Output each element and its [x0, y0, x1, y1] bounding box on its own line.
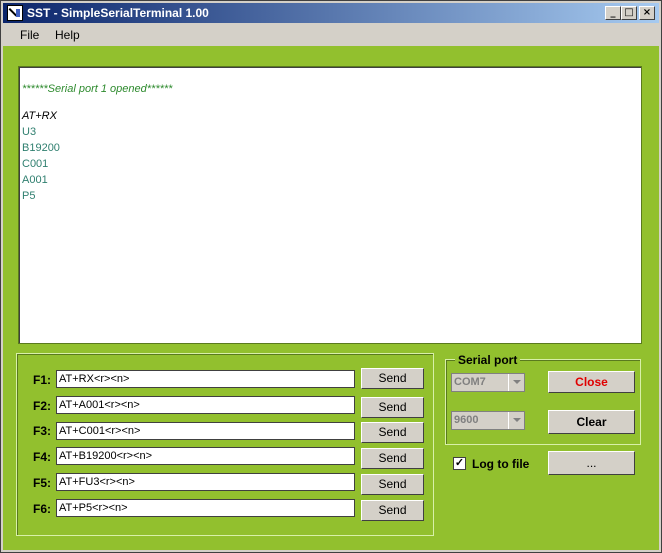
minimize-button[interactable]: _ — [605, 6, 621, 20]
app-icon[interactable] — [7, 5, 23, 21]
terminal-line: B19200 — [22, 142, 60, 154]
f1-label: F1: — [33, 373, 51, 387]
f6-input[interactable]: AT+P5<r><n> — [56, 499, 355, 517]
maximize-button[interactable]: □ — [621, 6, 637, 20]
f4-send-button[interactable]: Send — [361, 448, 424, 469]
log-to-file-checkbox[interactable]: ✓ — [453, 457, 466, 470]
f1-send-button[interactable]: Send — [361, 368, 424, 389]
baud-select[interactable]: 9600 — [451, 411, 525, 430]
terminal-line: C001 — [22, 158, 49, 170]
f5-send-button[interactable]: Send — [361, 474, 424, 495]
close-port-button[interactable]: Close — [548, 371, 635, 393]
main-window: SST - SimpleSerialTerminal 1.00 _ □ × Fi… — [0, 0, 662, 553]
terminal-line: AT+RX — [22, 110, 57, 122]
terminal-line: U3 — [22, 126, 37, 138]
f2-label: F2: — [33, 399, 51, 413]
port-select-value: COM7 — [454, 376, 486, 388]
f3-label: F3: — [33, 424, 51, 438]
menu-file[interactable]: File — [20, 28, 39, 42]
f1-input[interactable]: AT+RX<r><n> — [56, 370, 355, 388]
browse-log-button[interactable]: ... — [548, 451, 635, 475]
title-bar[interactable]: SST - SimpleSerialTerminal 1.00 _ □ × — [3, 3, 659, 23]
clear-button[interactable]: Clear — [548, 410, 635, 434]
client-area: ******Serial port 1 opened****** AT+RX U… — [3, 46, 659, 550]
close-window-button[interactable]: × — [639, 6, 655, 20]
window-title: SST - SimpleSerialTerminal 1.00 — [27, 6, 209, 20]
f4-input[interactable]: AT+B19200<r><n> — [56, 447, 355, 465]
f3-input[interactable]: AT+C001<r><n> — [56, 422, 355, 440]
f3-send-button[interactable]: Send — [361, 422, 424, 443]
log-to-file-label: Log to file — [472, 457, 530, 471]
menu-help[interactable]: Help — [55, 28, 80, 42]
chevron-down-icon[interactable] — [508, 412, 524, 429]
f2-input[interactable]: AT+A001<r><n> — [56, 396, 355, 414]
chevron-down-icon[interactable] — [508, 374, 524, 391]
f6-send-button[interactable]: Send — [361, 500, 424, 521]
terminal-line: P5 — [22, 190, 36, 202]
menu-bar: File Help — [3, 24, 659, 44]
terminal-line: A001 — [22, 174, 48, 186]
f5-input[interactable]: AT+FU3<r><n> — [56, 473, 355, 491]
serial-port-legend: Serial port — [455, 353, 521, 367]
f5-label: F5: — [33, 476, 51, 490]
f4-label: F4: — [33, 450, 51, 464]
f6-label: F6: — [33, 502, 51, 516]
baud-select-value: 9600 — [454, 414, 479, 426]
f2-send-button[interactable]: Send — [361, 397, 424, 418]
terminal-output[interactable]: ******Serial port 1 opened****** AT+RX U… — [18, 66, 642, 344]
terminal-line: ******Serial port 1 opened****** — [22, 83, 173, 95]
port-select[interactable]: COM7 — [451, 373, 525, 392]
